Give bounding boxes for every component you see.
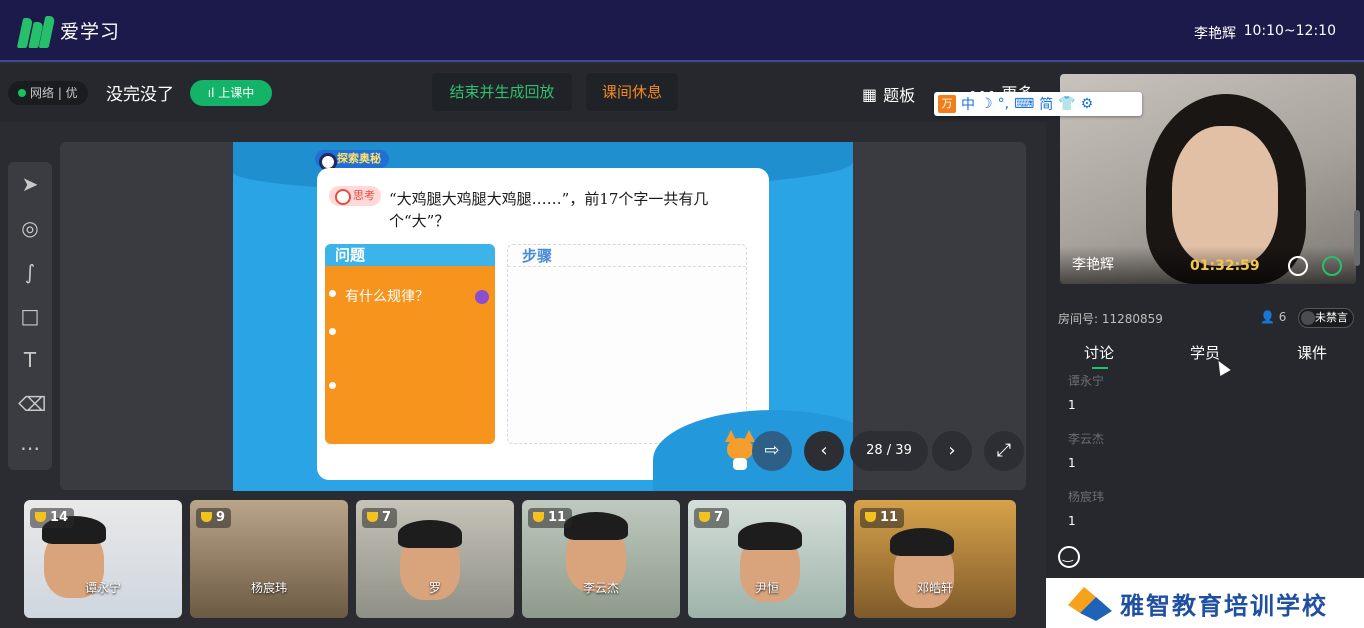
ime-toolbar[interactable]: 万 中 ☽ °, ⌨ 简 👕 ⚙ (934, 92, 1142, 116)
panel-scrollbar[interactable] (1354, 210, 1360, 266)
student-video-tile[interactable]: 14 谭永宁 (24, 500, 182, 618)
laser-pointer-icon[interactable]: ◎ (18, 216, 42, 240)
problem-panel: 问题 有什么规律？ (325, 244, 495, 444)
tab-students[interactable]: 学员 (1190, 342, 1220, 363)
text-tool-icon[interactable]: T (18, 348, 42, 372)
student-name: 尹恒 (754, 581, 779, 595)
ime-settings-icon[interactable]: ⚙ (1081, 96, 1094, 112)
select-cursor-icon[interactable]: ➤ (18, 172, 42, 196)
app-name: 爱学习 (60, 20, 121, 43)
more-tools-icon[interactable]: ⋯ (18, 436, 42, 460)
chat-message: 1 (1068, 456, 1076, 470)
next-page-icon[interactable]: › (932, 431, 972, 471)
end-and-replay-button[interactable]: 结束并生成回放 (432, 73, 572, 111)
steps-panel-header: 步骤 (508, 245, 746, 267)
drawing-tool-rail: ➤ ◎ ∫ □ T ⌫ ⋯ (8, 162, 52, 470)
bullet-point (329, 328, 336, 335)
class-time-range: 10:10~12:10 (1243, 23, 1336, 39)
camera-icon[interactable] (1288, 256, 1308, 276)
eraser-icon[interactable]: ⌫ (18, 392, 46, 416)
chat-message: 1 (1068, 398, 1076, 412)
quiz-board-icon: ▦ (862, 84, 878, 104)
live-status-badge: ıl 上课中 (190, 80, 272, 106)
chat-message: 1 (1068, 514, 1076, 528)
ime-simplified-mode[interactable]: 简 (1039, 94, 1053, 114)
audio-wave-icon: ıl (207, 86, 219, 100)
network-status-badge: 网络 | 优 (8, 81, 88, 105)
student-name: 杨宸玮 (250, 581, 287, 595)
top-header: 爱学习 李艳辉 10:10~12:10 (0, 0, 1364, 62)
mute-all-toggle[interactable]: 未禁言 (1298, 308, 1354, 328)
class-break-button[interactable]: 课间休息 (586, 73, 678, 111)
ime-skin-icon[interactable]: 👕 (1058, 96, 1075, 112)
slide-question: “大鸡腿大鸡腿大鸡腿……”，前17个字一共有几个“大”？ (389, 190, 709, 230)
trophy-count-badge: 7 (362, 508, 398, 528)
trophy-count-badge: 14 (30, 508, 75, 528)
trophy-count-badge: 9 (196, 508, 232, 528)
fullscreen-icon[interactable]: ⤢ (984, 431, 1024, 471)
problem-bullet-text: 有什么规律？ (345, 289, 429, 305)
ime-keyboard-icon[interactable]: ⌨ (1014, 96, 1034, 112)
pen-icon[interactable]: ∫ (18, 260, 42, 284)
ime-logo-icon: 万 (938, 95, 956, 113)
online-count-value: 6 (1278, 310, 1287, 324)
live-status-label: 上课中 (218, 86, 255, 100)
teacher-name: 李艳辉 (1072, 257, 1114, 273)
trophy-count-badge: 11 (860, 508, 905, 528)
class-toolbar: 网络 | 优 没完没了 ıl 上课中 结束并生成回放 课间休息 ▦ 题板 •••… (0, 64, 1046, 122)
student-video-tile[interactable]: 7 尹恒 (688, 500, 846, 618)
chat-sender: 杨宸玮 (1068, 490, 1105, 504)
school-name: 雅智教育培训学校 (1120, 592, 1328, 620)
problem-panel-header: 问题 (325, 244, 495, 266)
side-tabs: 讨论 学员 课件 (1046, 340, 1364, 369)
school-logo-icon (1068, 587, 1112, 621)
prev-page-icon[interactable]: ‹ (804, 431, 844, 471)
student-video-tile[interactable]: 9 杨宸玮 (190, 500, 348, 618)
page-indicator: 28 / 39 (850, 431, 928, 471)
student-video-tile[interactable]: 11 邓皓轩 (854, 500, 1016, 618)
chat-message-list[interactable]: 谭永宁 1 李云杰 1 杨宸玮 1 (1046, 366, 1364, 534)
think-tag: 思考 (329, 186, 381, 206)
app-logo: 爱学习 (16, 12, 121, 48)
logo-icon (16, 12, 56, 48)
online-count: 👤 6 (1260, 310, 1286, 324)
ime-chinese-mode[interactable]: 中 (961, 94, 975, 114)
trophy-count-badge: 7 (694, 508, 730, 528)
microphone-icon[interactable] (1322, 256, 1342, 276)
school-watermark: 雅智教育培训学校 (1046, 578, 1364, 628)
student-video-tile[interactable]: 7 罗 (356, 500, 514, 618)
student-name: 邓皓轩 (916, 581, 953, 595)
student-name: 谭永宁 (84, 581, 121, 595)
audio-play-icon[interactable] (475, 290, 489, 304)
bullet-point (329, 382, 336, 389)
rectangle-icon[interactable]: □ (18, 304, 42, 328)
class-timer: 01:32:59 (1190, 258, 1260, 274)
top-user-name: 李艳辉 (1194, 26, 1236, 42)
trophy-count-badge: 11 (528, 508, 573, 528)
student-name: 李云杰 (582, 581, 619, 595)
student-video-strip: 14 谭永宁 9 杨宸玮 7 罗 11 李云杰 7 尹恒 11 邓皓轩 (24, 500, 1024, 620)
emoji-icon[interactable] (1058, 546, 1080, 568)
slide-section-badge: 探索奥秘 (315, 150, 389, 171)
tab-discussion[interactable]: 讨论 (1084, 342, 1114, 363)
quiz-board-button[interactable]: ▦ 题板 (862, 82, 915, 106)
ime-moon-icon[interactable]: ☽ (980, 96, 993, 112)
person-icon: 👤 (1260, 310, 1279, 324)
room-number: 房间号: 11280859 (1058, 312, 1163, 326)
chat-sender: 李云杰 (1068, 432, 1105, 446)
ime-punct-icon[interactable]: °, (998, 96, 1009, 112)
course-title: 没完没了 (106, 85, 174, 105)
student-name: 罗 (428, 581, 441, 595)
chat-sender: 谭永宁 (1068, 374, 1105, 388)
slide-pointer-icon[interactable]: ⇨ (752, 431, 792, 471)
tab-courseware[interactable]: 课件 (1297, 342, 1327, 363)
right-side-panel: 李艳辉 01:32:59 房间号: 11280859 👤 6 未禁言 讨论 学员… (1046, 64, 1364, 628)
quiz-board-label: 题板 (883, 86, 916, 105)
steps-panel: 步骤 (507, 244, 747, 444)
student-video-tile[interactable]: 11 李云杰 (522, 500, 680, 618)
bullet-point (329, 290, 336, 297)
